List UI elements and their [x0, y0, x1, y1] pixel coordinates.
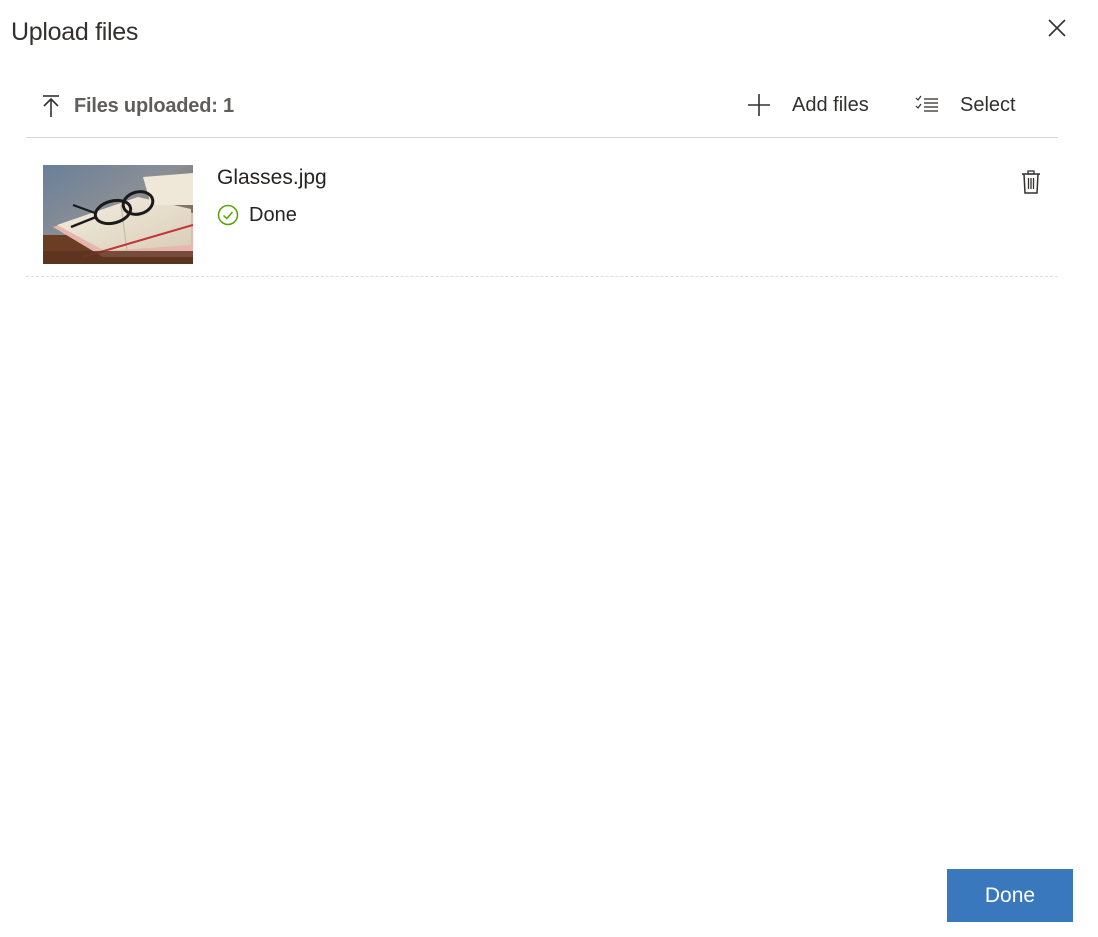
done-button[interactable]: Done [947, 869, 1073, 922]
file-list-item[interactable]: Glasses.jpg Done [26, 138, 1058, 277]
upload-toolbar: Files uploaded: 1 Add files Select [26, 82, 1058, 138]
select-label: Select [960, 93, 1016, 116]
file-status-label: Done [249, 203, 297, 226]
check-circle-icon [217, 204, 239, 226]
close-button[interactable] [1041, 14, 1073, 46]
add-files-label: Add files [792, 93, 869, 116]
files-uploaded-label: Files uploaded: 1 [74, 94, 234, 117]
file-name: Glasses.jpg [217, 166, 327, 189]
upload-files-dialog: Upload files Files uploaded: 1 Add files… [0, 0, 1098, 937]
dialog-title: Upload files [11, 18, 139, 46]
files-uploaded-status: Files uploaded: 1 [40, 92, 234, 120]
file-upload-status: Done [217, 202, 297, 228]
plus-icon [746, 92, 772, 118]
trash-icon [1021, 169, 1041, 199]
checklist-icon [914, 92, 940, 118]
delete-file-button[interactable] [1018, 169, 1044, 199]
select-button[interactable]: Select [914, 90, 1016, 120]
upload-arrow-icon [40, 93, 62, 119]
add-files-button[interactable]: Add files [746, 90, 869, 120]
glasses-thumbnail [43, 165, 193, 264]
close-icon [1047, 18, 1067, 43]
